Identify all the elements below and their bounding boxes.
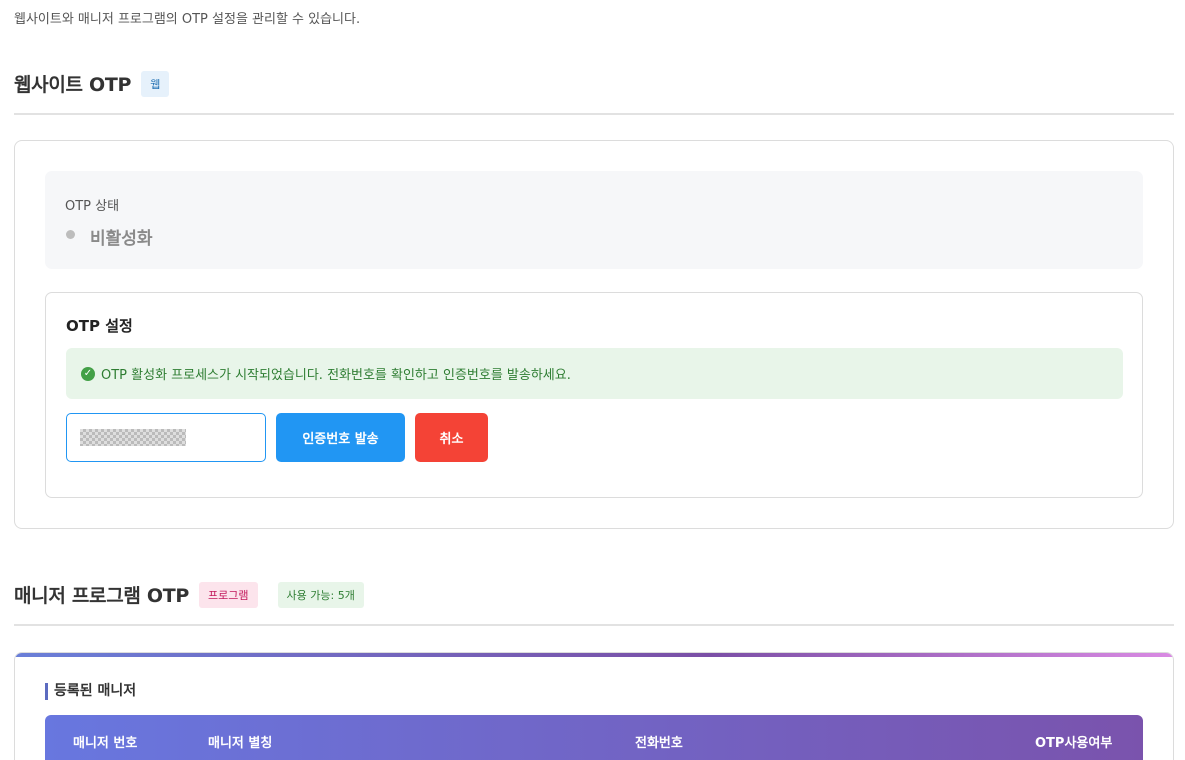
alert-message: OTP 활성화 프로세스가 시작되었습니다. 전화번호를 확인하고 인증번호를 … bbox=[101, 368, 571, 383]
gradient-accent-bar bbox=[15, 653, 1173, 657]
registered-managers-card: 등록된 매니저 매니저 번호 매니저 별칭 전화번호 OTP사용여부 bbox=[14, 652, 1174, 760]
website-otp-header: 웹사이트 OTP 웹 bbox=[14, 70, 170, 97]
managers-table-header: 매니저 번호 매니저 별칭 전화번호 OTP사용여부 bbox=[45, 715, 1143, 760]
web-tag: 웹 bbox=[141, 70, 170, 97]
available-count-badge: 사용 가능: 5개 bbox=[277, 581, 364, 608]
send-code-button[interactable]: 인증번호 발송 bbox=[276, 413, 405, 462]
website-otp-card: OTP 상태 비활성화 OTP 설정 ✓ OTP 활성화 프로세스가 시작되었습… bbox=[14, 140, 1174, 529]
otp-setting-title: OTP 설정 bbox=[66, 317, 133, 335]
cancel-button[interactable]: 취소 bbox=[415, 413, 488, 462]
otp-status-value: 비활성화 bbox=[90, 229, 153, 249]
column-header-manager-number[interactable]: 매니저 번호 bbox=[73, 732, 137, 751]
column-header-manager-alias[interactable]: 매니저 별칭 bbox=[208, 732, 272, 751]
check-circle-icon: ✓ bbox=[81, 366, 95, 381]
section-divider bbox=[14, 113, 1174, 115]
registered-managers-title: 등록된 매니저 bbox=[45, 683, 136, 700]
status-dot-icon bbox=[66, 230, 75, 239]
otp-status-box: OTP 상태 비활성화 bbox=[45, 171, 1143, 269]
website-otp-title: 웹사이트 OTP bbox=[14, 74, 132, 96]
success-alert: ✓ OTP 활성화 프로세스가 시작되었습니다. 전화번호를 확인하고 인증번호… bbox=[66, 348, 1123, 399]
page-intro: 웹사이트와 매니저 프로그램의 OTP 설정을 관리할 수 있습니다. bbox=[14, 12, 361, 27]
column-header-phone[interactable]: 전화번호 bbox=[635, 732, 683, 751]
column-header-otp-usage[interactable]: OTP사용여부 bbox=[1035, 732, 1112, 751]
section-divider bbox=[14, 624, 1174, 626]
redacted-phone-number bbox=[80, 429, 186, 446]
manager-otp-header: 매니저 프로그램 OTP 프로그램 사용 가능: 5개 bbox=[14, 581, 364, 608]
otp-status-label: OTP 상태 bbox=[65, 199, 120, 214]
program-tag: 프로그램 bbox=[199, 581, 258, 608]
otp-setting-box: OTP 설정 ✓ OTP 활성화 프로세스가 시작되었습니다. 전화번호를 확인… bbox=[45, 292, 1143, 498]
manager-otp-title: 매니저 프로그램 OTP bbox=[14, 585, 190, 607]
